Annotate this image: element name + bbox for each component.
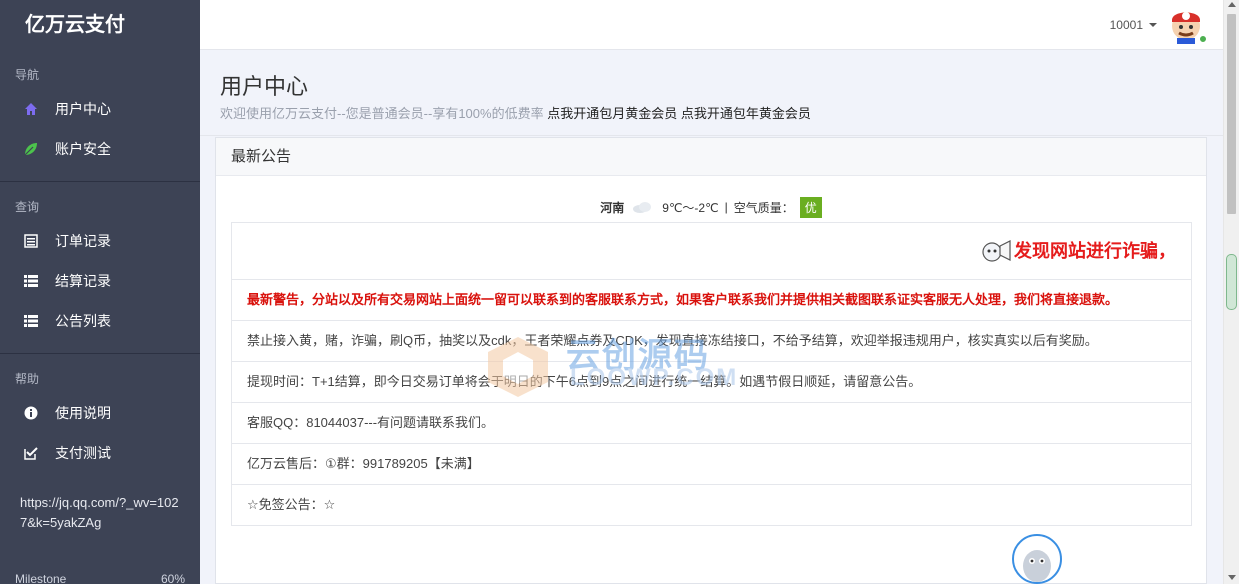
sidebar-item-label: 支付测试	[55, 445, 111, 461]
fraud-banner-text: 发现网站进行诈骗，	[1014, 241, 1176, 261]
nav-section-header: 导航	[15, 68, 40, 82]
list-alt-icon	[22, 232, 40, 250]
info-circle-icon	[22, 404, 40, 422]
scroll-marker	[1226, 254, 1237, 310]
air-quality-badge: 优	[799, 196, 822, 218]
announcement-list: 发现网站进行诈骗， 最新警告，分站以及所有交易网站上面统一留可以联系到的客服联系…	[231, 222, 1192, 526]
help-section-header: 帮助	[15, 372, 40, 386]
milestone-label: Milestone	[15, 572, 67, 584]
weather-temp: 9℃～-2℃	[662, 200, 719, 215]
cloud-icon	[633, 202, 652, 213]
th-list-icon	[22, 272, 40, 290]
chat-mascot-icon	[1023, 550, 1051, 582]
announcement-panel: 最新公告 河南 9℃～-2℃ | 空气质量： 优 发现网站进行诈骗， 最新警告，…	[215, 137, 1207, 584]
user-menu[interactable]: 10001	[1110, 18, 1157, 32]
fraud-banner: 发现网站进行诈骗，	[232, 223, 1191, 280]
user-id: 10001	[1109, 18, 1143, 32]
sidebar-item-payment-test[interactable]: 支付测试	[0, 433, 200, 473]
sidebar-item-label: 公告列表	[55, 313, 111, 329]
list-item: 客服QQ：81044037---有问题请联系我们。	[232, 403, 1191, 444]
sidebar: 亿万云支付 导航 用户中心 账户安全 查询 订单记录 结算记录 公告列表 帮助	[0, 0, 200, 584]
milestone-value: 60%	[160, 572, 185, 584]
leaf-icon	[22, 140, 40, 158]
monthly-gold-link[interactable]: 点我开通包月黄金会员	[547, 106, 677, 121]
membership-info: 欢迎使用亿万云支付--您是普通会员--享有100%的低费率	[220, 106, 544, 121]
sidebar-item-settlement-records[interactable]: 结算记录	[0, 261, 200, 301]
page-scrollbar[interactable]	[1223, 0, 1239, 584]
th-list-icon	[22, 312, 40, 330]
sidebar-item-label: 账户安全	[55, 141, 111, 157]
check-square-icon	[22, 444, 40, 462]
sidebar-item-label: 结算记录	[55, 273, 111, 289]
sidebar-item-label: 使用说明	[55, 405, 111, 421]
chevron-down-icon	[1149, 23, 1157, 27]
megaphone-icon	[982, 240, 1011, 262]
page-title: 用户中心	[220, 74, 309, 99]
sidebar-item-announcement-list[interactable]: 公告列表	[0, 301, 200, 341]
sidebar-item-account-security[interactable]: 账户安全	[0, 129, 200, 169]
list-item: 提现时间：T+1结算，即今日交易订单将会于明日的下午6点到9点之间进行统一结算。…	[232, 362, 1191, 403]
chat-support-button[interactable]	[1012, 534, 1062, 584]
scroll-thumb[interactable]	[1227, 14, 1236, 214]
sidebar-item-label: 订单记录	[55, 233, 111, 249]
page-subtitle: 欢迎使用亿万云支付--您是普通会员--享有100%的低费率 点我开通包月黄金会员…	[220, 103, 1203, 122]
topbar: 10001	[200, 0, 1223, 50]
panel-title: 最新公告	[216, 138, 1206, 176]
scroll-down-icon[interactable]	[1228, 575, 1236, 580]
home-icon	[22, 100, 40, 118]
list-item: ☆免签公告：☆	[247, 497, 336, 512]
brand-logo[interactable]: 亿万云支付	[0, 0, 200, 50]
weather-separator: |	[724, 200, 728, 214]
sidebar-item-order-records[interactable]: 订单记录	[0, 221, 200, 261]
sidebar-item-usage-guide[interactable]: 使用说明	[0, 393, 200, 433]
yearly-gold-link[interactable]: 点我开通包年黄金会员	[681, 106, 811, 121]
list-item: 亿万云售后：①群：991789205【未满】	[232, 444, 1191, 485]
sidebar-item-label: 用户中心	[55, 101, 111, 117]
qq-group-link[interactable]: https://jq.qq.com/?_wv=1027&k=5yakZAg	[0, 473, 200, 533]
online-status-dot	[1199, 35, 1207, 43]
weather-city: 河南	[600, 200, 625, 215]
list-item: 禁止接入黄，赌，诈骗，刷Q币，抽奖以及cdk，王者荣耀点券及CDK，发现直接冻结…	[232, 321, 1191, 362]
sidebar-item-user-center[interactable]: 用户中心	[0, 89, 200, 129]
air-quality-label: 空气质量：	[733, 200, 794, 215]
list-item: 最新警告，分站以及所有交易网站上面统一留可以联系到的客服联系方式，如果客户联系我…	[232, 280, 1191, 321]
page-header: 用户中心 欢迎使用亿万云支付--您是普通会员--享有100%的低费率 点我开通包…	[200, 51, 1223, 136]
query-section-header: 查询	[15, 200, 40, 214]
weather-widget[interactable]: 河南 9℃～-2℃ | 空气质量： 优	[216, 190, 1206, 224]
milestone: Milestone 60%	[15, 572, 185, 584]
scroll-up-icon[interactable]	[1228, 2, 1236, 7]
